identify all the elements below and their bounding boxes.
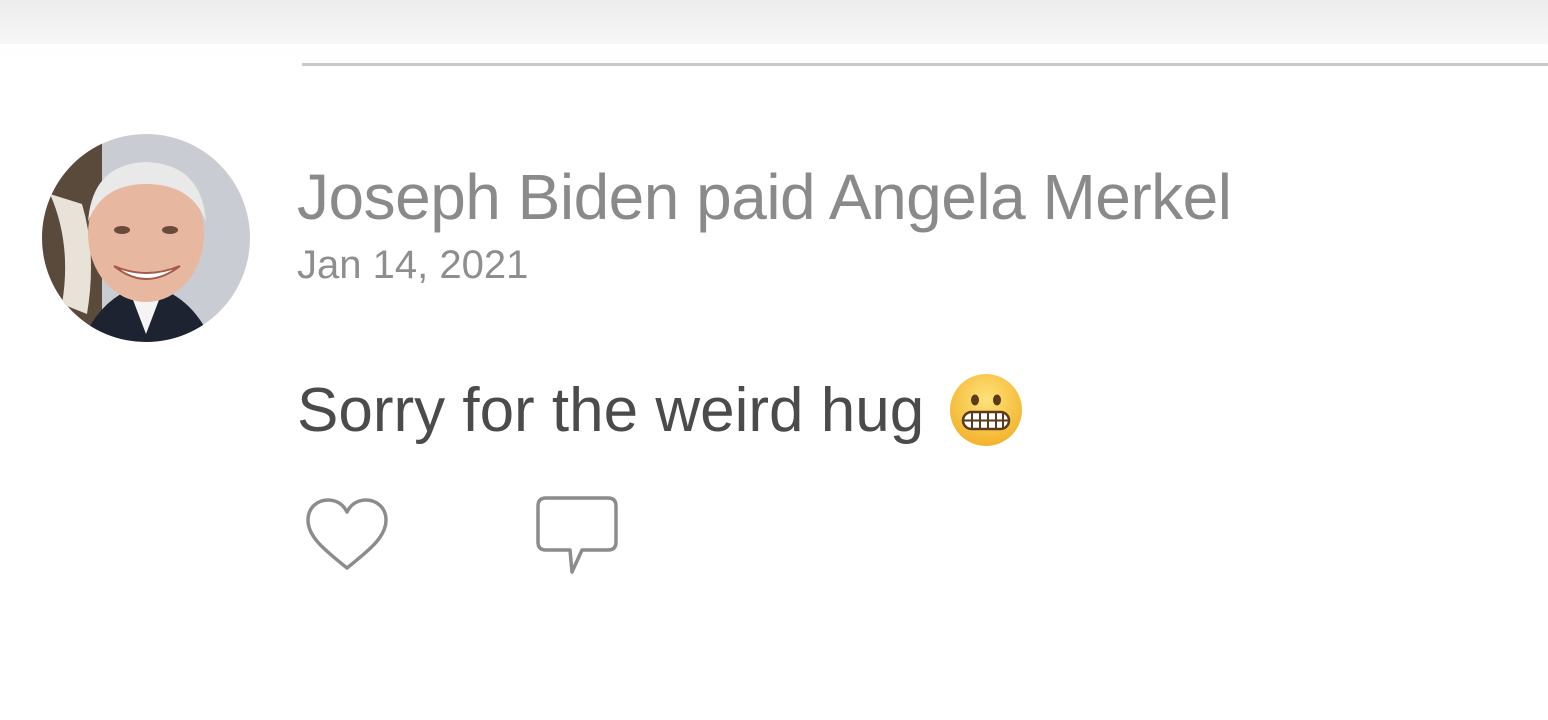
separator-line [302,63,1548,66]
page: Joseph Biden paid Angela Merkel Jan 14, … [0,0,1548,720]
feed-note: Sorry for the weird hug [297,372,1024,448]
top-bar [0,0,1548,44]
action-bar [302,492,622,582]
note-text: Sorry for the weird hug [297,375,925,445]
comment-icon[interactable] [532,492,622,582]
heart-icon[interactable] [302,492,392,582]
feed-date: Jan 14, 2021 [297,243,529,287]
grimacing-face-icon [948,372,1024,448]
feed-title: Joseph Biden paid Angela Merkel [297,161,1232,233]
avatar[interactable] [42,134,250,342]
